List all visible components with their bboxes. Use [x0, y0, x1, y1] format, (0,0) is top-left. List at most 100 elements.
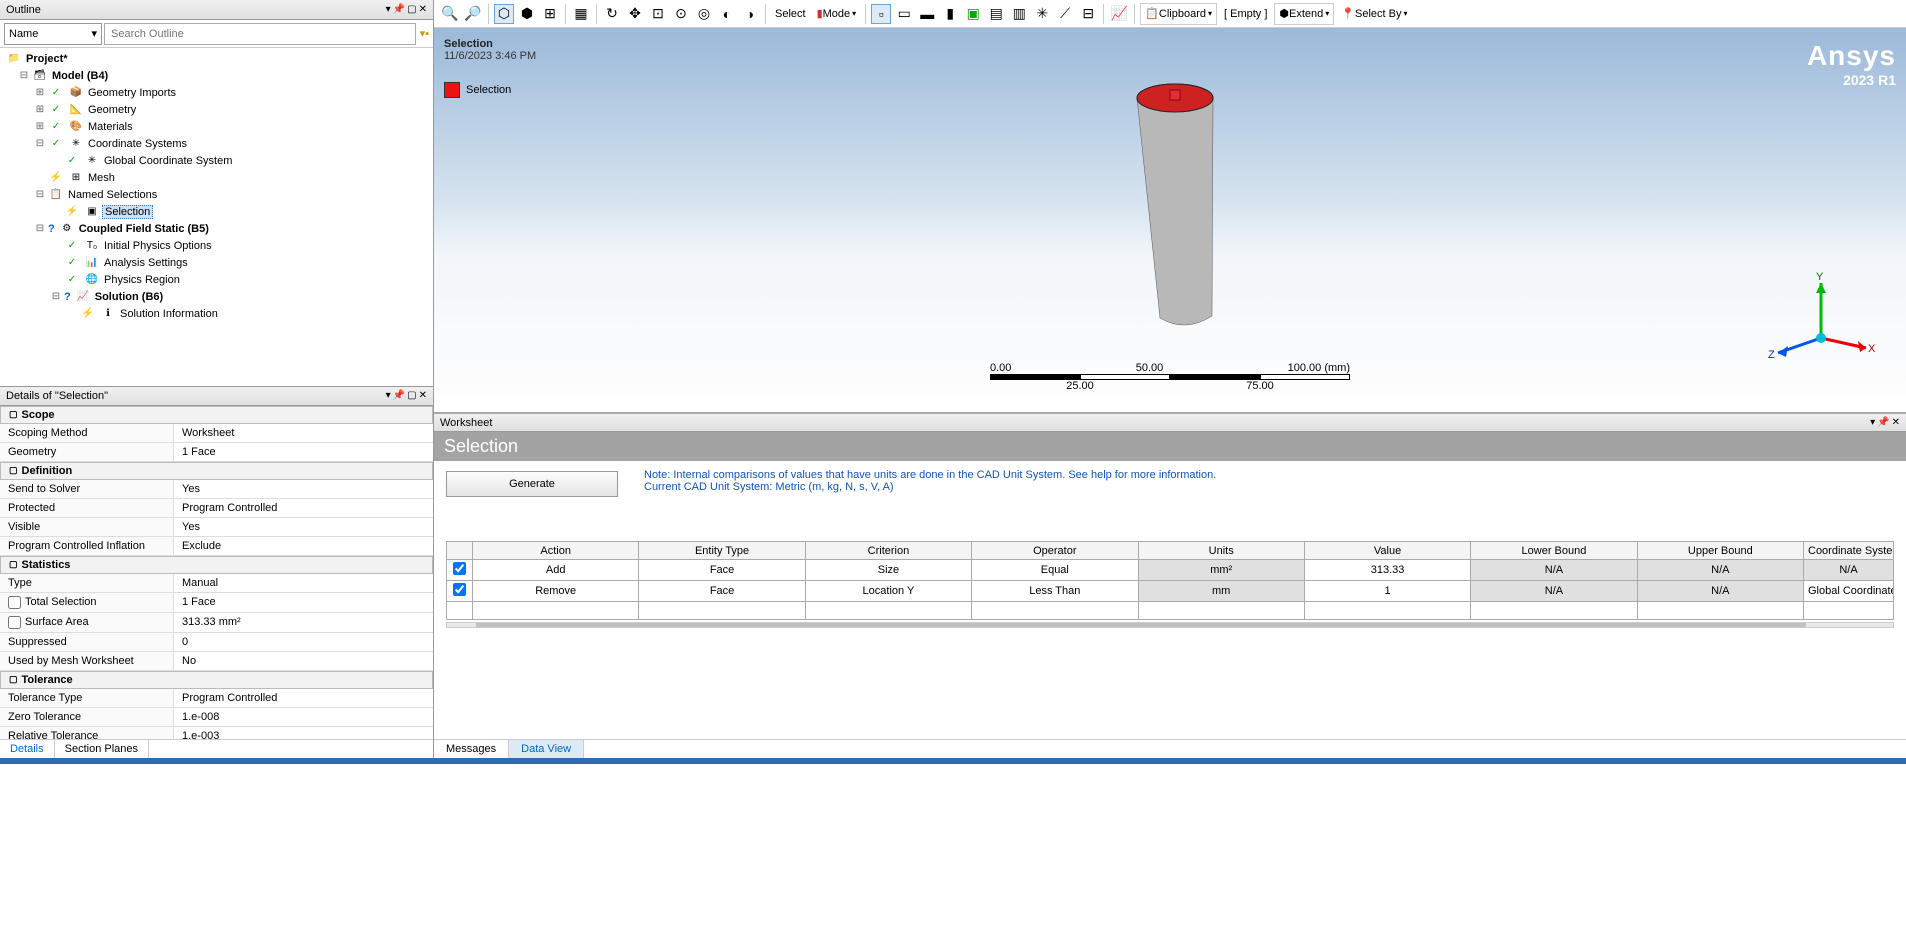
close-icon[interactable]: ✕	[419, 390, 427, 401]
tree-geom-imports[interactable]: Geometry Imports	[86, 87, 178, 99]
close-icon[interactable]: ✕	[1892, 417, 1900, 428]
tab-section-planes[interactable]: Section Planes	[55, 740, 149, 758]
tree-coord[interactable]: Coordinate Systems	[86, 138, 189, 150]
tab-details[interactable]: Details	[0, 740, 55, 758]
extend-dropdown[interactable]: ⬢Extend▾	[1274, 3, 1334, 25]
col-action[interactable]: Action	[473, 542, 639, 560]
tree-project[interactable]: Project*	[24, 53, 70, 65]
used-mesh-value[interactable]: No	[174, 652, 433, 670]
clipboard-empty[interactable]: [ Empty ]	[1220, 3, 1271, 25]
surf-area-value[interactable]: 313.33 mm²	[174, 613, 433, 632]
tol-type-value[interactable]: Program Controlled	[174, 689, 433, 707]
section-definition[interactable]: Definition	[0, 462, 433, 480]
sel-edge-icon[interactable]: ▭	[894, 4, 914, 24]
filter-icon[interactable]: ▾▪	[420, 27, 429, 40]
dropdown-icon[interactable]: ▾	[386, 390, 391, 401]
shaded-icon[interactable]: ⬡	[494, 4, 514, 24]
col-coord[interactable]: Coordinate System	[1804, 542, 1894, 560]
sel-face-icon[interactable]: ▬	[917, 4, 937, 24]
clipboard-dropdown[interactable]: 📋Clipboard▾	[1140, 3, 1217, 25]
col-entity[interactable]: Entity Type	[639, 542, 805, 560]
row-checkbox[interactable]	[453, 562, 466, 575]
tree-coupled[interactable]: Coupled Field Static (B5)	[77, 223, 211, 235]
surf-area-checkbox[interactable]	[8, 616, 21, 629]
dropdown-icon[interactable]: ▾	[1870, 417, 1875, 428]
visible-value[interactable]: Yes	[174, 518, 433, 536]
wireframe-icon[interactable]: ⬢	[517, 4, 537, 24]
axis-triad[interactable]: X Y Z	[1766, 268, 1876, 378]
tree-global-coord[interactable]: Global Coordinate System	[102, 155, 234, 167]
generate-button[interactable]: Generate	[446, 471, 618, 497]
collapse-icon[interactable]: ⊟	[34, 223, 46, 234]
tree-initial-physics[interactable]: Initial Physics Options	[102, 240, 214, 252]
filter-type-dropdown[interactable]: Name▾	[4, 23, 102, 45]
rel-tol-value[interactable]: 1.e-003	[174, 727, 433, 740]
tree-named-sel[interactable]: Named Selections	[66, 189, 159, 201]
sel-elemface-icon[interactable]: ▥	[1009, 4, 1029, 24]
tree-physics-region[interactable]: Physics Region	[102, 274, 182, 286]
row-checkbox[interactable]	[453, 583, 466, 596]
dropdown-icon[interactable]: ▾	[386, 4, 391, 15]
sel-node-icon[interactable]: ▣	[963, 4, 983, 24]
close-icon[interactable]: ✕	[419, 4, 427, 15]
select-button[interactable]: Select	[771, 3, 810, 25]
tree-geometry[interactable]: Geometry	[86, 104, 138, 116]
look-at-icon[interactable]: ◎	[694, 4, 714, 24]
total-sel-checkbox[interactable]	[8, 596, 21, 609]
zoom-out-icon[interactable]: 🔎	[463, 4, 483, 24]
select-by-dropdown[interactable]: 📍Select By▾	[1337, 3, 1411, 25]
zoom-in-icon[interactable]: 🔍	[440, 4, 460, 24]
collapse-icon[interactable]: ⊟	[34, 189, 46, 200]
fit-icon[interactable]: ⊙	[671, 4, 691, 24]
total-sel-value[interactable]: 1 Face	[174, 593, 433, 612]
expand-icon[interactable]: ⊞	[34, 104, 46, 115]
chart-icon[interactable]: 📈	[1109, 4, 1129, 24]
scoping-method-value[interactable]: Worksheet	[174, 424, 433, 442]
section-statistics[interactable]: Statistics	[0, 556, 433, 574]
tree-selection[interactable]: Selection	[102, 205, 153, 219]
pan-icon[interactable]: ✥	[625, 4, 645, 24]
col-criterion[interactable]: Criterion	[805, 542, 971, 560]
pin-icon[interactable]: 📌	[393, 390, 405, 401]
collapse-icon[interactable]: ⊟	[50, 291, 62, 302]
collapse-icon[interactable]: ⊟	[18, 70, 30, 81]
sel-body-icon[interactable]: ▮	[940, 4, 960, 24]
sel-tree-icon[interactable]: ⊟	[1078, 4, 1098, 24]
section-scope[interactable]: Scope	[0, 406, 433, 424]
next-view-icon[interactable]: ◑	[740, 4, 760, 24]
expand-icon[interactable]: ⊞	[34, 87, 46, 98]
rotate-icon[interactable]: ↻	[602, 4, 622, 24]
collapse-icon[interactable]: ⊟	[34, 138, 46, 149]
tree-sol-info[interactable]: Solution Information	[118, 308, 220, 320]
tree-solution[interactable]: Solution (B6)	[93, 291, 165, 303]
section-tolerance[interactable]: Tolerance	[0, 671, 433, 689]
tree-materials[interactable]: Materials	[86, 121, 135, 133]
sel-coord-icon[interactable]: ✳	[1032, 4, 1052, 24]
show-mesh-icon[interactable]: ⊞	[540, 4, 560, 24]
col-value[interactable]: Value	[1304, 542, 1470, 560]
tree-mesh[interactable]: Mesh	[86, 172, 117, 184]
geometry-value[interactable]: 1 Face	[174, 443, 433, 461]
send-solver-value[interactable]: Yes	[174, 480, 433, 498]
col-units[interactable]: Units	[1138, 542, 1304, 560]
type-value[interactable]: Manual	[174, 574, 433, 592]
pin-icon[interactable]: 📌	[1877, 417, 1889, 428]
search-input[interactable]	[104, 23, 416, 45]
pci-value[interactable]: Exclude	[174, 537, 433, 555]
col-upper[interactable]: Upper Bound	[1637, 542, 1803, 560]
graphics-viewport[interactable]: Selection 11/6/2023 3:46 PM Selection An…	[434, 28, 1906, 408]
random-icon[interactable]: ▦	[571, 4, 591, 24]
pin-icon[interactable]: 📌	[393, 4, 405, 15]
model-cylinder[interactable]	[1090, 58, 1250, 338]
sel-vertex-icon[interactable]: ▫	[871, 4, 891, 24]
zero-tol-value[interactable]: 1.e-008	[174, 708, 433, 726]
tree-analysis[interactable]: Analysis Settings	[102, 257, 190, 269]
tree-model[interactable]: Model (B4)	[50, 70, 110, 82]
col-lower[interactable]: Lower Bound	[1471, 542, 1637, 560]
horizontal-scrollbar[interactable]	[446, 622, 1894, 628]
mode-dropdown[interactable]: ▮Mode▾	[813, 3, 861, 25]
col-operator[interactable]: Operator	[972, 542, 1138, 560]
window-icon[interactable]: ▢	[407, 390, 416, 401]
tab-messages[interactable]: Messages	[434, 740, 509, 758]
window-icon[interactable]: ▢	[407, 4, 416, 15]
